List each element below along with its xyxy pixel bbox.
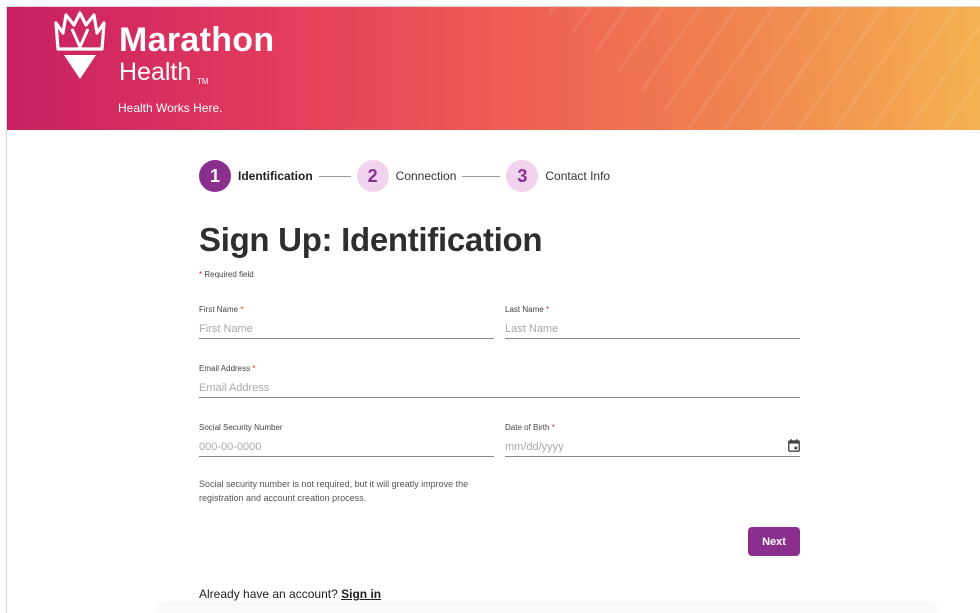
- step-2-label: Connection: [395, 169, 457, 183]
- last-name-input[interactable]: [505, 319, 800, 339]
- brand-subtitle: Health: [119, 58, 192, 86]
- signin-prompt: Already have an account?: [199, 587, 338, 601]
- required-asterisk: *: [240, 305, 244, 314]
- required-field-note: * Required field: [199, 270, 254, 279]
- step-connection: 2 Connection: [356, 160, 457, 192]
- signin-link[interactable]: Sign in: [341, 587, 381, 601]
- step-contact-info: 3 Contact Info: [506, 160, 610, 192]
- page-title: Sign Up: Identification: [199, 221, 543, 258]
- step-1-number: 1: [199, 160, 231, 192]
- email-field: Email Address *: [199, 364, 800, 404]
- first-name-field: First Name *: [199, 305, 494, 345]
- trademark-mark: TM: [197, 77, 209, 86]
- brand-name: Marathon: [119, 21, 275, 59]
- step-1-label: Identification: [238, 169, 313, 183]
- first-name-label-text: First Name: [199, 305, 239, 314]
- email-label: Email Address *: [199, 364, 800, 373]
- bottom-card-edge: [157, 605, 937, 613]
- dob-input[interactable]: [505, 437, 800, 457]
- last-name-label-text: Last Name: [505, 305, 544, 314]
- signup-stepper: 1 Identification 2 Connection 3 Contact …: [199, 160, 610, 192]
- required-asterisk: *: [551, 423, 555, 432]
- tagline: Health Works Here.: [118, 101, 223, 115]
- step-2-number: 2: [356, 160, 389, 192]
- dob-label: Date of Birth *: [505, 423, 800, 432]
- last-name-label: Last Name *: [505, 305, 800, 314]
- signin-row: Already have an account? Sign in: [199, 587, 381, 601]
- ssn-label: Social Security Number: [199, 423, 494, 432]
- ssn-help-text: Social security number is not required, …: [199, 479, 469, 503]
- step-identification: 1 Identification: [199, 160, 313, 192]
- next-button[interactable]: Next: [748, 527, 800, 556]
- dob-field: Date of Birth *: [505, 423, 800, 463]
- required-asterisk: *: [199, 270, 203, 279]
- page-frame: Marathon Health TM Health Works Here. 1 …: [6, 6, 980, 613]
- step-3-number: 3: [506, 160, 539, 192]
- marathon-logo-icon: [54, 11, 106, 79]
- header-banner: Marathon Health TM Health Works Here.: [7, 7, 980, 130]
- step-3-label: Contact Info: [545, 169, 611, 183]
- last-name-field: Last Name *: [505, 305, 800, 345]
- ssn-input[interactable]: [199, 437, 494, 457]
- email-label-text: Email Address: [199, 364, 251, 373]
- ssn-label-text: Social Security Number: [199, 423, 283, 432]
- step-connector: [462, 175, 501, 177]
- required-note-text: Required field: [204, 270, 254, 279]
- email-input[interactable]: [199, 378, 800, 398]
- ssn-field: Social Security Number: [199, 423, 494, 463]
- calendar-icon[interactable]: [788, 439, 800, 452]
- required-asterisk: *: [545, 305, 550, 314]
- step-connector: [318, 175, 351, 177]
- first-name-input[interactable]: [199, 319, 494, 339]
- dob-label-text: Date of Birth: [505, 423, 550, 432]
- required-asterisk: *: [252, 364, 256, 373]
- first-name-label: First Name *: [199, 305, 494, 314]
